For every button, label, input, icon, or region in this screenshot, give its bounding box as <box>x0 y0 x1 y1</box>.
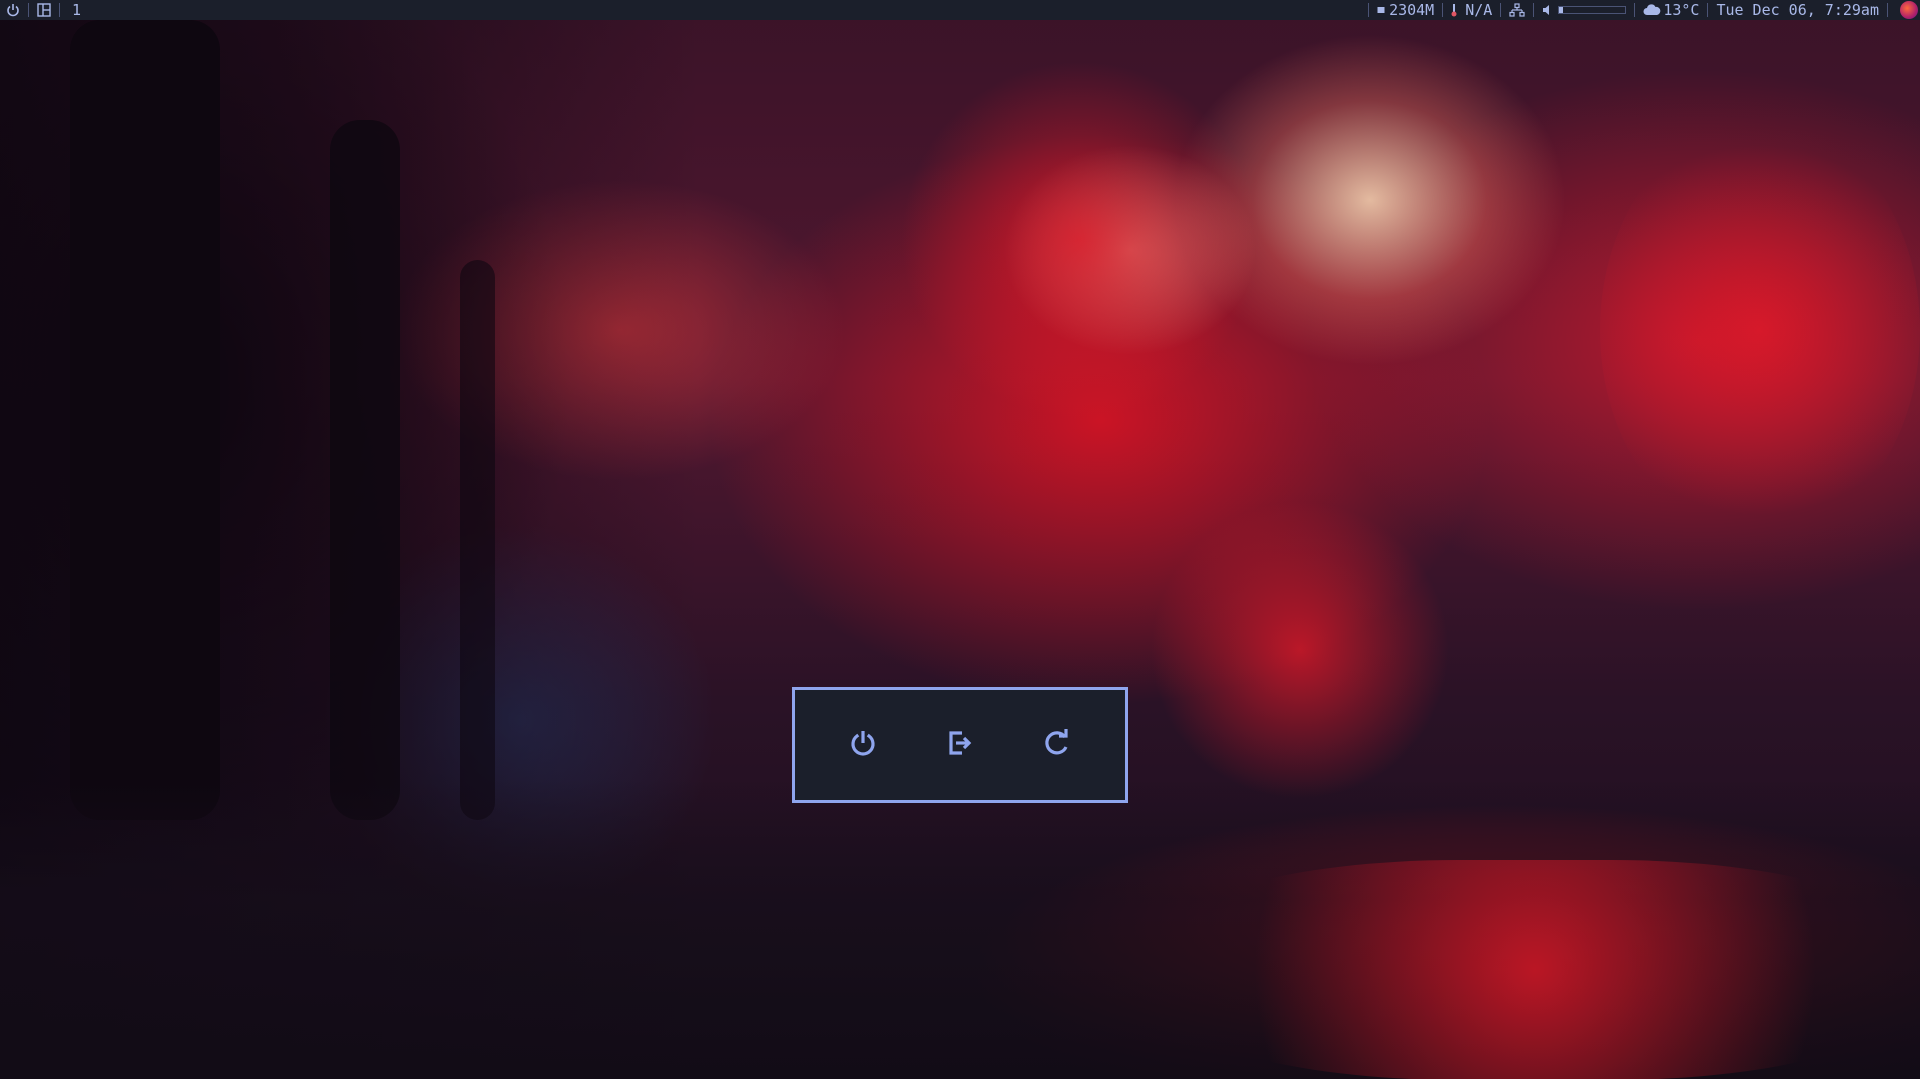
power-menu <box>792 687 1128 803</box>
top-status-bar: 1 2304M N/A 13°C Tue Dec 06, 7:29am <box>0 0 1920 20</box>
separator <box>1368 3 1370 17</box>
volume-slider[interactable] <box>1558 6 1627 14</box>
cloud-icon <box>1643 0 1661 20</box>
separator <box>59 3 60 17</box>
separator <box>1634 3 1636 17</box>
tree-trunk <box>70 20 220 820</box>
tree-trunk <box>460 260 495 820</box>
weather-temperature: 13°C <box>1663 1 1700 19</box>
temperature-sensor: N/A <box>1465 1 1493 19</box>
reboot-button[interactable] <box>1027 715 1087 775</box>
bar-left-section: 1 <box>0 0 85 20</box>
avatar[interactable] <box>1900 1 1918 19</box>
separator <box>1500 3 1502 17</box>
memory-usage: 2304M <box>1389 1 1435 19</box>
foliage <box>1150 500 1450 800</box>
separator <box>28 3 29 17</box>
logout-button[interactable] <box>930 715 990 775</box>
network-icon[interactable] <box>1509 0 1525 20</box>
volume-icon[interactable] <box>1542 0 1552 20</box>
separator <box>1707 3 1709 17</box>
separator <box>1533 3 1535 17</box>
foliage <box>1150 860 1920 1079</box>
shutdown-button[interactable] <box>833 715 893 775</box>
logout-icon <box>944 727 976 763</box>
desktop-wallpaper: 1 2304M N/A 13°C Tue Dec 06, 7:29am <box>0 0 1920 1079</box>
volume-slider-fill <box>1559 7 1563 13</box>
tree-trunk <box>330 120 400 820</box>
foliage <box>1600 120 1920 540</box>
layout-icon[interactable] <box>37 0 51 20</box>
foliage <box>900 60 1260 420</box>
thermometer-icon <box>1451 0 1457 20</box>
reboot-icon <box>1041 727 1073 763</box>
bar-right-section: 2304M N/A 13°C Tue Dec 06, 7:29am <box>1360 0 1920 20</box>
memory-icon <box>1377 0 1385 20</box>
separator <box>1442 3 1444 17</box>
workspace-tag[interactable]: 1 <box>68 0 85 20</box>
power-icon[interactable] <box>6 0 20 20</box>
separator <box>1887 3 1888 17</box>
power-icon <box>847 727 879 763</box>
datetime-clock[interactable]: Tue Dec 06, 7:29am <box>1716 0 1879 20</box>
